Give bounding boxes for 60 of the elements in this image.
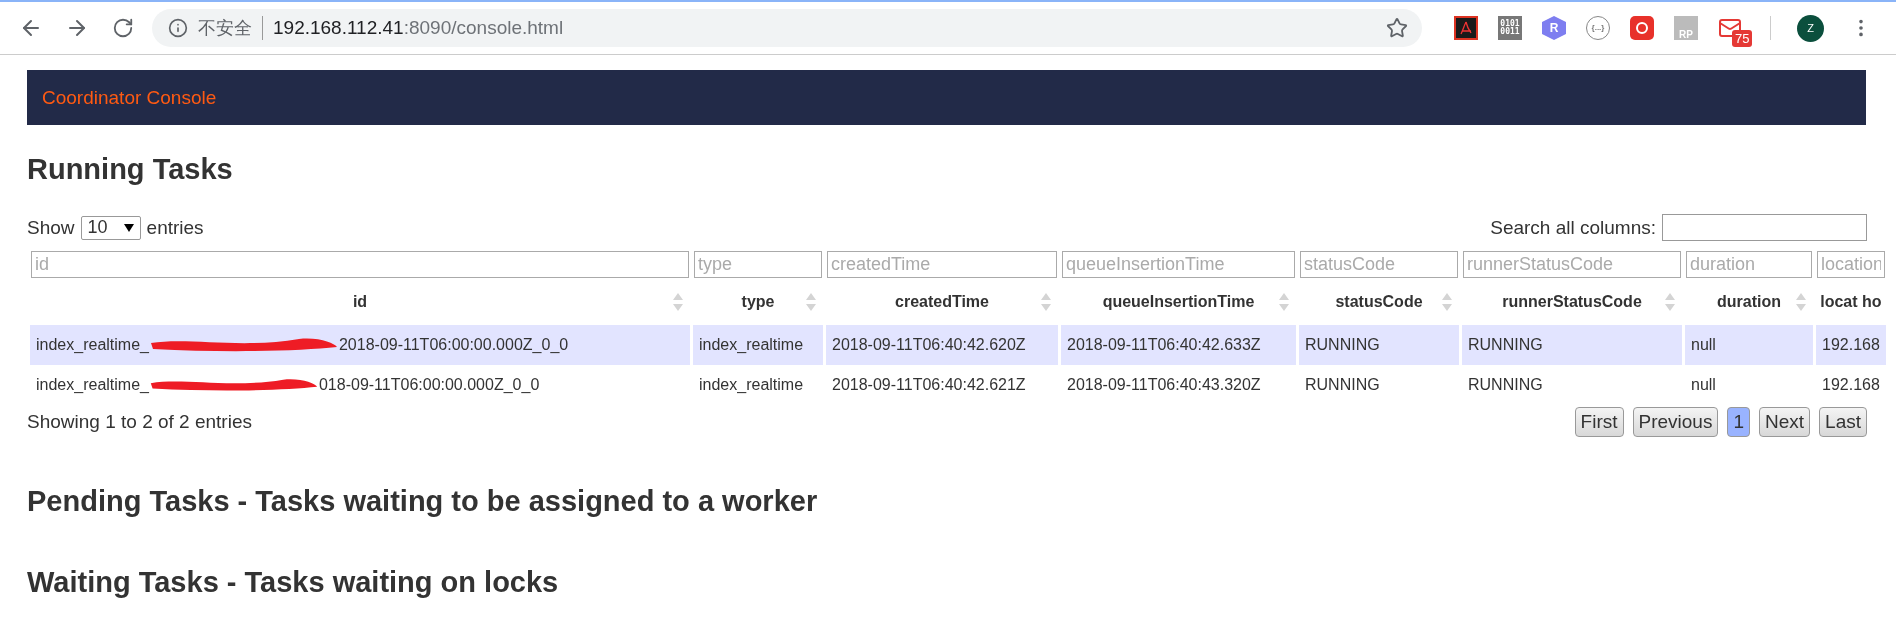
dropdown-caret-icon (123, 223, 134, 232)
column-filter-field[interactable]: statusCode (1300, 251, 1458, 278)
page-button[interactable]: Previous (1632, 407, 1719, 437)
table-cell-text: RUNNING (1304, 375, 1381, 395)
column-header[interactable]: queueInsertionTime (1102, 293, 1255, 311)
column-header[interactable]: duration (1717, 293, 1781, 311)
page-length-select[interactable]: 10 (80, 215, 141, 240)
search-label: Search all columns: (1490, 216, 1656, 239)
unread-badge: 75 (1732, 30, 1753, 47)
table-cell-text: 2018-09-11T06:40:42.621Z (831, 375, 1027, 395)
entries-label: entries (146, 216, 204, 239)
url-path: :8090/console.html (403, 17, 564, 39)
table-cell: 2018-09-11T06:40:42.633Z (1061, 325, 1296, 365)
cell-text: 2018-09-11T06:00:00.000Z_0_0 (338, 336, 569, 354)
column-header[interactable]: runnerStatusCode (1502, 293, 1642, 311)
table-cell: index_realtime (693, 325, 823, 365)
table-cell: RUNNING (1462, 325, 1682, 365)
column-header[interactable]: type (741, 293, 775, 311)
table-cell: null (1685, 325, 1813, 365)
column-filter-field[interactable]: createdTime (827, 251, 1057, 278)
table-cell-text: RUNNING (1467, 375, 1544, 395)
security-label: 不安全 (198, 16, 263, 40)
section-heading: Pending Tasks - Tasks waiting to be assigned to a worker (27, 485, 819, 518)
extension-icon[interactable] (1454, 16, 1478, 40)
extension-icon[interactable] (1630, 16, 1654, 40)
profile-avatar[interactable]: Z (1797, 14, 1824, 42)
search-field[interactable] (1662, 214, 1867, 241)
page-button[interactable]: 1 (1727, 407, 1750, 437)
table-cell: 192.168 (1816, 325, 1886, 365)
table-cell-text: null (1690, 375, 1717, 395)
bookmark-star-icon[interactable] (1386, 17, 1408, 39)
table-cell-text: 2018-09-11T06:40:43.320Z (1066, 375, 1262, 395)
column-filter-field[interactable]: runnerStatusCode (1463, 251, 1681, 278)
url-host: 192.168.112.41 (273, 17, 404, 39)
page-button[interactable]: First (1574, 407, 1624, 437)
show-label: Show (27, 216, 75, 239)
page-button[interactable]: Last (1819, 407, 1867, 437)
extension-icon[interactable]: 0101 0011 (1498, 16, 1522, 40)
page-button[interactable]: Next (1759, 407, 1811, 437)
column-filter-field[interactable]: queueInsertionTime (1062, 251, 1295, 278)
section-heading: Running Tasks (27, 153, 234, 186)
address-bar[interactable]: 不安全 192.168.112.41:8090/console.html (152, 9, 1422, 47)
column-header[interactable]: statusCode (1335, 293, 1423, 311)
column-filter-field[interactable]: duration (1686, 251, 1812, 278)
column-header[interactable]: createdTime (895, 293, 989, 311)
table-info: Showing 1 to 2 of 2 entries (27, 411, 252, 433)
table-cell-text: 192.168 (1821, 375, 1881, 395)
table-cell: RUNNING (1299, 325, 1459, 365)
section-heading: Waiting Tasks - Tasks waiting on locks (27, 566, 560, 599)
cell-text: 018-09-11T06:00:00.000Z_0_0 (318, 376, 540, 394)
table-cell: 2018-09-11T06:40:42.620Z (826, 325, 1058, 365)
column-header[interactable]: id (352, 293, 368, 311)
column-filter-field[interactable]: id (31, 251, 689, 278)
table-cell-text: index_realtime (698, 375, 805, 395)
info-icon (168, 18, 188, 38)
column-header[interactable]: locat ho (1820, 293, 1882, 311)
column-filter-field[interactable]: type (694, 251, 822, 278)
cell-text: index_realtime_ (36, 336, 149, 354)
cell-text: index_realtime_ (36, 376, 149, 394)
header-bar: Coordinator Console (27, 70, 1866, 125)
